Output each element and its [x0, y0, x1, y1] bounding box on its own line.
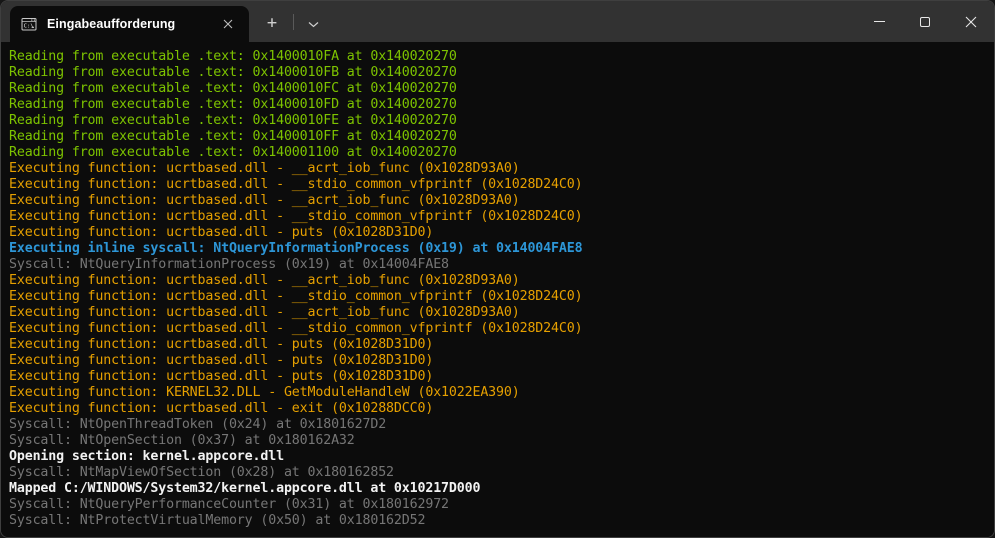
- terminal-line: Syscall: NtQueryInformationProcess (0x19…: [9, 257, 986, 273]
- new-tab-button[interactable]: +: [255, 7, 289, 41]
- terminal-line: Executing function: ucrtbased.dll - __st…: [9, 177, 986, 193]
- terminal-line: Reading from executable .text: 0x1400010…: [9, 81, 986, 97]
- terminal-line: Reading from executable .text: 0x1400010…: [9, 113, 986, 129]
- terminal-line: Executing function: ucrtbased.dll - puts…: [9, 225, 986, 241]
- terminal-line: Executing function: ucrtbased.dll - puts…: [9, 369, 986, 385]
- terminal-line: Reading from executable .text: 0x1400010…: [9, 129, 986, 145]
- minimize-button[interactable]: [856, 1, 902, 42]
- cmd-icon: C:\: [21, 16, 37, 32]
- maximize-button[interactable]: [902, 1, 948, 42]
- terminal-line: Executing function: ucrtbased.dll - __ac…: [9, 305, 986, 321]
- tabbar-divider: [293, 14, 294, 30]
- terminal-line: Executing function: ucrtbased.dll - __st…: [9, 321, 986, 337]
- maximize-icon: [920, 17, 930, 27]
- terminal-line: Syscall: NtOpenThreadToken (0x24) at 0x1…: [9, 417, 986, 433]
- terminal-line: Executing function: KERNEL32.DLL - GetMo…: [9, 385, 986, 401]
- terminal-line: Executing function: ucrtbased.dll - puts…: [9, 353, 986, 369]
- terminal-output[interactable]: Reading from executable .text: 0x1400010…: [1, 42, 994, 537]
- terminal-line: Reading from executable .text: 0x1400010…: [9, 65, 986, 81]
- close-icon: [223, 19, 233, 29]
- svg-text:C:\: C:\: [24, 24, 34, 30]
- terminal-line: Executing function: ucrtbased.dll - __ac…: [9, 193, 986, 209]
- terminal-line: Syscall: NtOpenSection (0x37) at 0x18016…: [9, 433, 986, 449]
- terminal-line: Executing function: ucrtbased.dll - __st…: [9, 209, 986, 225]
- terminal-line: Reading from executable .text: 0x1400010…: [9, 49, 986, 65]
- terminal-line: Reading from executable .text: 0x1400011…: [9, 145, 986, 161]
- terminal-line: Reading from executable .text: 0x1400010…: [9, 97, 986, 113]
- tab-title: Eingabeaufforderung: [47, 17, 211, 31]
- terminal-line: Mapped C:/WINDOWS/System32/kernel.appcor…: [9, 481, 986, 497]
- terminal-line: Syscall: NtProtectVirtualMemory (0x50) a…: [9, 513, 986, 529]
- close-button[interactable]: [948, 1, 994, 42]
- terminal-line: Executing inline syscall: NtQueryInforma…: [9, 241, 986, 257]
- tab-eingabeaufforderung[interactable]: C:\ Eingabeaufforderung: [10, 6, 249, 42]
- terminal-line: Executing function: ucrtbased.dll - __st…: [9, 289, 986, 305]
- close-icon: [965, 16, 977, 28]
- minimize-icon: [874, 21, 885, 22]
- terminal-line: Opening section: kernel.appcore.dll: [9, 449, 986, 465]
- terminal-line: Executing function: ucrtbased.dll - exit…: [9, 401, 986, 417]
- tab-close-button[interactable]: [217, 13, 239, 35]
- terminal-line: Syscall: NtMapViewOfSection (0x28) at 0x…: [9, 465, 986, 481]
- terminal-line: Executing function: ucrtbased.dll - puts…: [9, 337, 986, 353]
- titlebar[interactable]: C:\ Eingabeaufforderung +: [1, 1, 994, 42]
- terminal-line: Executing function: ucrtbased.dll - __ac…: [9, 273, 986, 289]
- terminal-window: C:\ Eingabeaufforderung +: [0, 0, 995, 538]
- tab-dropdown-button[interactable]: [296, 7, 330, 41]
- window-controls: [856, 1, 994, 42]
- terminal-line: Syscall: NtQueryPerformanceCounter (0x31…: [9, 497, 986, 513]
- chevron-down-icon: [308, 21, 319, 28]
- terminal-line: Executing function: ucrtbased.dll - __ac…: [9, 161, 986, 177]
